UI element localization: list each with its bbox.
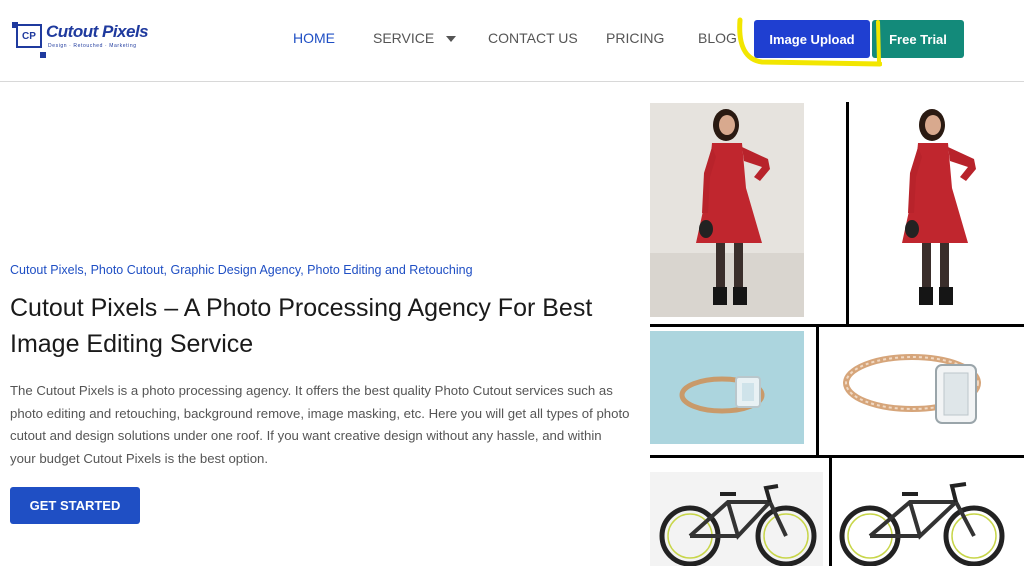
gallery-divider	[846, 102, 849, 326]
nav-service[interactable]: SERVICE	[373, 30, 457, 46]
nav-pricing[interactable]: PRICING	[606, 30, 664, 46]
nav-service-label: SERVICE	[373, 30, 435, 46]
hero-categories[interactable]: Cutout Pixels, Photo Cutout, Graphic Des…	[10, 263, 473, 277]
gallery-divider	[650, 324, 1024, 327]
gallery-divider	[829, 457, 832, 566]
gallery-photo-ring-cutout	[824, 331, 1020, 451]
page-title: Cutout Pixels – A Photo Processing Agenc…	[10, 294, 593, 358]
get-started-button[interactable]: GET STARTED	[10, 487, 140, 524]
gallery-divider	[816, 326, 819, 456]
free-trial-button[interactable]: Free Trial	[872, 20, 964, 58]
bicycle-image	[650, 472, 823, 566]
ring-cutout-image	[843, 354, 981, 424]
logo-mark: CP	[16, 24, 42, 48]
nav-home[interactable]: HOME	[293, 30, 335, 46]
gallery-photo-woman-original	[650, 103, 804, 317]
logo-square-decoration	[40, 52, 46, 58]
nav-contact[interactable]: CONTACT US	[488, 30, 578, 46]
bicycle-cutout-image	[839, 482, 1005, 566]
chevron-down-icon	[446, 36, 457, 43]
gallery-divider	[650, 455, 1024, 458]
gallery-photo-ring-original	[650, 331, 804, 444]
logo[interactable]: CP Cutout Pixels Design · Retouched · Ma…	[12, 14, 149, 64]
site-header: CP Cutout Pixels Design · Retouched · Ma…	[0, 0, 1024, 82]
image-upload-button[interactable]: Image Upload	[754, 20, 870, 58]
gallery-photo-bicycle-original	[650, 472, 823, 566]
gallery-photo-bicycle-cutout	[836, 472, 1020, 566]
woman-red-dress-image	[650, 103, 804, 317]
gallery-photo-woman-cutout	[852, 103, 1020, 317]
logo-name: Cutout Pixels	[46, 22, 149, 41]
woman-red-dress-cutout-image	[902, 109, 976, 305]
hero-description: The Cutout Pixels is a photo processing …	[10, 383, 630, 466]
ring-image	[650, 331, 804, 444]
nav-blog[interactable]: BLOG	[698, 30, 737, 46]
logo-tagline: Design · Retouched · Marketing	[48, 43, 137, 49]
